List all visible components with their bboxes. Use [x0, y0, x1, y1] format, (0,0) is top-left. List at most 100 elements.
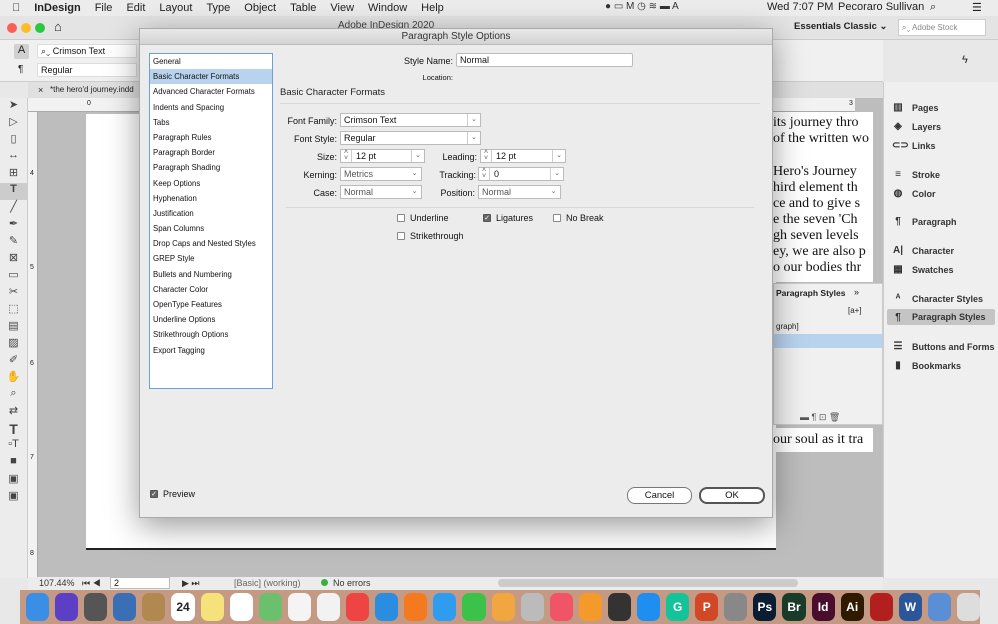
- font-style-select[interactable]: Regular ⌄: [340, 131, 481, 145]
- menu-help[interactable]: Help: [421, 2, 444, 14]
- dock-paragraph-styles[interactable]: ¶ Paragraph Styles: [887, 309, 995, 325]
- menu-type[interactable]: Type: [206, 2, 230, 14]
- leading-field[interactable]: ˄ ˅ 12 pt ⌄: [480, 149, 566, 163]
- category-item[interactable]: GREP Style: [150, 251, 272, 266]
- dock-pages[interactable]: ▥ Pages: [892, 102, 938, 113]
- adobe-stock-search[interactable]: ⌕⌄ Adobe Stock: [898, 19, 986, 36]
- dock-app-pixelmator[interactable]: [607, 593, 631, 621]
- dock-swatches[interactable]: ▦ Swatches: [892, 264, 953, 275]
- dock-app-system-preferences[interactable]: [724, 593, 748, 621]
- preflight-status[interactable]: No errors: [333, 578, 371, 588]
- character-mode-button[interactable]: A: [14, 44, 29, 59]
- category-item[interactable]: Paragraph Border: [150, 145, 272, 160]
- eyedropper-tool-icon[interactable]: ✐: [0, 353, 27, 370]
- preview-checkbox[interactable]: ✓ Preview: [150, 489, 195, 499]
- line-tool-icon[interactable]: ╱: [0, 200, 27, 217]
- status-icons[interactable]: ● ▭ M ◷ ≋ ▬ A: [605, 1, 679, 12]
- home-icon[interactable]: ⌂: [54, 19, 62, 34]
- category-item[interactable]: Hyphenation: [150, 191, 272, 206]
- underline-checkbox[interactable]: Underline: [397, 213, 449, 223]
- dock-app-messages[interactable]: [433, 593, 457, 621]
- free-transform-tool-icon[interactable]: ⬚: [0, 302, 27, 319]
- category-item[interactable]: Drop Caps and Nested Styles: [150, 236, 272, 251]
- dock-app-indesign[interactable]: Id: [811, 593, 835, 621]
- category-item[interactable]: Paragraph Rules: [150, 130, 272, 145]
- text-frame-lower[interactable]: our soul as it tra: [773, 428, 873, 452]
- zoom-window-button[interactable]: [35, 23, 45, 33]
- view-mode-icon[interactable]: ▣: [0, 472, 27, 489]
- page-nav-first-prev[interactable]: ⏮ ◀: [82, 578, 101, 589]
- quick-apply-icon[interactable]: ϟ: [962, 54, 968, 66]
- dock-app-siri[interactable]: [55, 593, 79, 621]
- dock-app-chrome[interactable]: [346, 593, 370, 621]
- document-tab[interactable]: *the hero'd journey.indd: [50, 85, 134, 94]
- menu-view[interactable]: View: [330, 2, 354, 14]
- checkbox-box[interactable]: [397, 232, 405, 240]
- font-family-field[interactable]: ⌕⌄ Crimson Text: [37, 44, 137, 58]
- dock-paragraph[interactable]: ¶ Paragraph: [892, 216, 956, 227]
- pencil-tool-icon[interactable]: ✎: [0, 234, 27, 251]
- checkbox-checked[interactable]: ✓: [483, 214, 491, 222]
- dock-app-preview2[interactable]: [927, 593, 951, 621]
- category-item[interactable]: General: [150, 54, 272, 69]
- category-item[interactable]: Basic Character Formats: [150, 69, 272, 85]
- tracking-stepper[interactable]: ˄ ˅: [479, 167, 490, 180]
- page-tool-icon[interactable]: ▯: [0, 132, 27, 149]
- dock-app-app-store[interactable]: [636, 593, 661, 621]
- close-tab-icon[interactable]: ×: [38, 85, 43, 95]
- style-item-selected[interactable]: [774, 334, 882, 348]
- zoom-level[interactable]: 107.44%: [39, 578, 75, 588]
- position-select[interactable]: Normal ⌄: [478, 185, 561, 199]
- dock-bookmarks[interactable]: ▮ Bookmarks: [892, 360, 961, 371]
- style-name-input[interactable]: Normal: [456, 53, 633, 67]
- apple-icon[interactable]: : [12, 2, 20, 14]
- dock-app-launchpad[interactable]: [84, 593, 108, 621]
- dock-app-music[interactable]: [549, 593, 573, 621]
- category-item[interactable]: Bullets and Numbering: [150, 267, 272, 282]
- dock-app-photos[interactable]: [316, 593, 341, 621]
- case-select[interactable]: Normal ⌄: [340, 185, 422, 199]
- dock-app-grammarly[interactable]: G: [666, 593, 690, 621]
- strikethrough-checkbox[interactable]: Strikethrough: [397, 231, 464, 241]
- zoom-tool-icon[interactable]: ⌕: [0, 387, 27, 404]
- gap-tool-icon[interactable]: ↔: [0, 149, 27, 166]
- menu-table[interactable]: Table: [290, 2, 316, 14]
- apply-color-icon[interactable]: ■: [0, 455, 27, 472]
- type-tool-icon[interactable]: T: [0, 183, 27, 200]
- screen-mode-icon[interactable]: ▣: [0, 489, 27, 506]
- rectangle-tool-icon[interactable]: ▭: [0, 268, 27, 285]
- tracking-field[interactable]: ˄ ˅ 0 ⌄: [478, 167, 564, 181]
- gradient-tool-icon[interactable]: ▤: [0, 319, 27, 336]
- dock-app-preview[interactable]: [113, 593, 137, 621]
- page-number-field[interactable]: 2: [110, 577, 170, 589]
- vertical-ruler[interactable]: 4 5 6 7 8: [28, 112, 38, 578]
- category-item[interactable]: Paragraph Shading: [150, 160, 272, 175]
- menu-app[interactable]: InDesign: [34, 2, 80, 14]
- menu-object[interactable]: Object: [244, 2, 276, 14]
- category-item[interactable]: Tabs: [150, 115, 272, 130]
- hand-tool-icon[interactable]: ✋: [0, 370, 27, 387]
- dock-links[interactable]: ⊂⊃ Links: [892, 140, 936, 151]
- dock-app-facetime[interactable]: [462, 593, 486, 621]
- dock-app-fontbook[interactable]: [520, 593, 544, 621]
- category-list[interactable]: General Basic Character Formats Advanced C…: [149, 53, 273, 389]
- category-item[interactable]: Span Columns: [150, 221, 272, 236]
- category-item[interactable]: Strikethrough Options: [150, 327, 272, 342]
- menu-edit[interactable]: Edit: [126, 2, 145, 14]
- selection-tool-icon[interactable]: ➤: [0, 98, 27, 115]
- ligatures-checkbox[interactable]: ✓ Ligatures: [483, 213, 533, 223]
- menu-window[interactable]: Window: [368, 2, 407, 14]
- dock-app-maps[interactable]: [258, 593, 282, 621]
- scissors-tool-icon[interactable]: ✂: [0, 285, 27, 302]
- minimize-window-button[interactable]: [21, 23, 31, 33]
- swap-colors-icon[interactable]: ⇄: [0, 404, 27, 421]
- dock-app-contacts[interactable]: [142, 593, 166, 621]
- size-stepper[interactable]: ˄ ˅: [341, 149, 352, 162]
- chevron-down-icon[interactable]: ⌄: [552, 150, 565, 162]
- panel-footer-icons[interactable]: ▬ ¶ ⊡ 🗑: [800, 412, 840, 423]
- control-center-icon[interactable]: ☰: [972, 1, 982, 14]
- horizontal-scrollbar[interactable]: [498, 579, 798, 587]
- category-item[interactable]: Character Color: [150, 282, 272, 297]
- font-family-select[interactable]: Crimson Text ⌄: [340, 113, 481, 127]
- menu-file[interactable]: File: [95, 2, 113, 14]
